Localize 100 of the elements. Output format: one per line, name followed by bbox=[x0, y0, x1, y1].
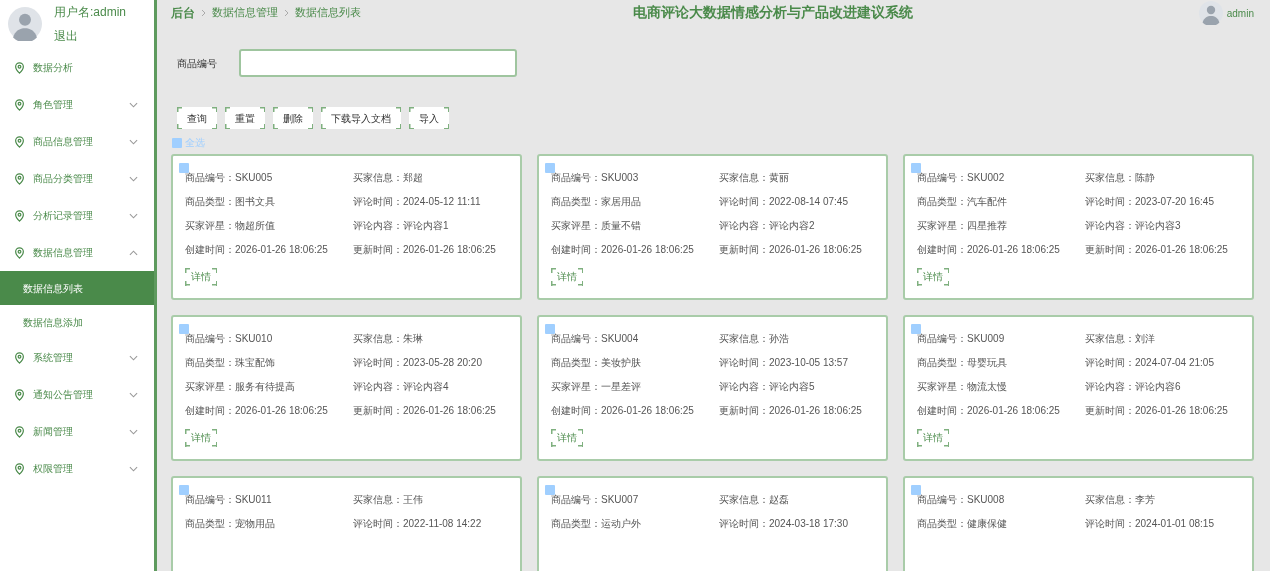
menu-item[interactable]: 新闻管理 bbox=[0, 413, 154, 450]
username-label: 用户名:admin bbox=[54, 4, 127, 21]
field-text: 商品类型：健康保健 bbox=[917, 517, 1008, 531]
location-pin-icon bbox=[14, 172, 25, 185]
location-pin-icon bbox=[14, 425, 25, 438]
menu-item[interactable]: 通知公告管理 bbox=[0, 376, 154, 413]
field-text: 创建时间：2026-01-26 18:06:25 bbox=[185, 243, 329, 257]
toolbar-button[interactable]: 查询 bbox=[177, 107, 217, 129]
field-text: 商品类型：珠宝配饰 bbox=[185, 356, 276, 370]
location-pin-icon bbox=[14, 388, 25, 401]
checkbox[interactable] bbox=[545, 163, 555, 173]
field-text: 买家评星：物流太慢 bbox=[917, 380, 1008, 394]
field-text: 创建时间：2026-01-26 18:06:25 bbox=[185, 404, 329, 418]
field-text: 评论时间：2022-11-08 14:22 bbox=[353, 517, 483, 531]
menu-item[interactable]: 系统管理 bbox=[0, 339, 154, 376]
chevron-right-icon bbox=[284, 8, 289, 17]
field-text: 评论时间：2024-03-18 17:30 bbox=[719, 517, 849, 531]
field-text: 评论内容：评论内容3 bbox=[1085, 219, 1182, 233]
field-text: 评论内容：评论内容1 bbox=[353, 219, 450, 233]
field-text: 买家信息：郑超 bbox=[353, 171, 424, 185]
field-text: 买家评星：一星差评 bbox=[551, 380, 642, 394]
select-all-label: 全选 bbox=[185, 136, 205, 150]
field-text: 商品类型：运动户外 bbox=[551, 517, 642, 531]
field-text: 商品编号：SKU004 bbox=[551, 332, 640, 346]
checkbox[interactable] bbox=[179, 163, 189, 173]
field-text: 买家评星：物超所值 bbox=[185, 219, 276, 233]
breadcrumb-link[interactable]: 数据信息管理 bbox=[212, 4, 278, 21]
field-text: 更新时间：2026-01-26 18:06:25 bbox=[719, 404, 863, 418]
product-code-input[interactable] bbox=[239, 49, 517, 77]
field-text: 商品类型：母婴玩具 bbox=[917, 356, 1008, 370]
submenu-item[interactable]: 数据信息添加 bbox=[0, 305, 154, 339]
location-pin-icon bbox=[14, 462, 25, 475]
field-text: 创建时间：2026-01-26 18:06:25 bbox=[551, 404, 695, 418]
menu-item[interactable]: 商品分类管理 bbox=[0, 160, 154, 197]
field-text: 商品类型：汽车配件 bbox=[917, 195, 1008, 209]
field-text: 评论时间：2023-10-05 13:57 bbox=[719, 356, 849, 370]
checkbox[interactable] bbox=[911, 324, 921, 334]
menu-item[interactable]: 权限管理 bbox=[0, 450, 154, 487]
details-button[interactable]: 详情 bbox=[185, 267, 217, 286]
field-text: 买家信息：王伟 bbox=[353, 493, 424, 507]
system-title: 电商评论大数据情感分析与产品改进建议系统 bbox=[633, 3, 913, 22]
field-text: 买家信息：赵磊 bbox=[719, 493, 790, 507]
details-button[interactable]: 详情 bbox=[551, 267, 583, 286]
breadcrumb-link[interactable]: 数据信息列表 bbox=[295, 4, 361, 21]
location-pin-icon bbox=[14, 351, 25, 364]
field-text: 商品类型：家居用品 bbox=[551, 195, 642, 209]
field-text: 商品类型：美妆护肤 bbox=[551, 356, 642, 370]
toolbar-button[interactable]: 下载导入文档 bbox=[321, 107, 401, 129]
location-pin-icon bbox=[14, 98, 25, 111]
details-button[interactable]: 详情 bbox=[917, 267, 949, 286]
menu-item[interactable]: 角色管理 bbox=[0, 86, 154, 123]
field-text: 更新时间：2026-01-26 18:06:25 bbox=[1085, 243, 1229, 257]
menu-item[interactable]: 数据信息管理 bbox=[0, 234, 154, 271]
field-text: 评论时间：2023-05-28 20:20 bbox=[353, 356, 483, 370]
checkbox[interactable] bbox=[911, 485, 921, 495]
field-text: 买家信息：陈静 bbox=[1085, 171, 1156, 185]
checkbox[interactable] bbox=[911, 163, 921, 173]
field-text: 买家信息：朱琳 bbox=[353, 332, 424, 346]
location-pin-icon bbox=[14, 246, 25, 259]
field-text: 买家评星：四星推荐 bbox=[917, 219, 1008, 233]
logout-link[interactable]: 退出 bbox=[54, 27, 127, 45]
field-text: 商品编号：SKU005 bbox=[185, 171, 274, 185]
menu-item[interactable]: 分析记录管理 bbox=[0, 197, 154, 234]
field-text: 买家信息：黄丽 bbox=[719, 171, 790, 185]
details-button[interactable]: 详情 bbox=[551, 428, 583, 447]
checkbox[interactable] bbox=[545, 324, 555, 334]
field-text: 创建时间：2026-01-26 18:06:25 bbox=[917, 404, 1061, 418]
location-pin-icon bbox=[14, 135, 25, 148]
field-text: 商品编号：SKU010 bbox=[185, 332, 274, 346]
field-text: 买家信息：孙浩 bbox=[719, 332, 790, 346]
field-text: 买家信息：李芳 bbox=[1085, 493, 1156, 507]
field-text: 创建时间：2026-01-26 18:06:25 bbox=[551, 243, 695, 257]
field-text: 评论内容：评论内容5 bbox=[719, 380, 816, 394]
details-button[interactable]: 详情 bbox=[185, 428, 217, 447]
field-text: 商品类型：图书文具 bbox=[185, 195, 276, 209]
field-text: 商品编号：SKU009 bbox=[917, 332, 1006, 346]
field-text: 买家信息：刘洋 bbox=[1085, 332, 1156, 346]
field-text: 商品编号：SKU007 bbox=[551, 493, 640, 507]
menu-item[interactable]: 数据分析 bbox=[0, 49, 154, 86]
field-text: 商品编号：SKU003 bbox=[551, 171, 640, 185]
field-text: 买家评星：质量不错 bbox=[551, 219, 642, 233]
breadcrumb-link[interactable]: 后台 bbox=[171, 3, 195, 22]
field-text: 评论时间：2024-05-12 11:11 bbox=[353, 195, 482, 209]
menu-item[interactable]: 商品信息管理 bbox=[0, 123, 154, 160]
search-label: 商品编号 bbox=[177, 56, 218, 71]
checkbox[interactable] bbox=[179, 324, 189, 334]
checkbox[interactable] bbox=[179, 485, 189, 495]
field-text: 商品类型：宠物用品 bbox=[185, 517, 276, 531]
submenu-item[interactable]: 数据信息列表 bbox=[0, 271, 154, 305]
details-button[interactable]: 详情 bbox=[917, 428, 949, 447]
avatar-icon bbox=[8, 7, 42, 41]
toolbar-button[interactable]: 导入 bbox=[409, 107, 449, 129]
checkbox[interactable] bbox=[172, 137, 182, 148]
field-text: 评论时间：2024-07-04 21:05 bbox=[1085, 356, 1215, 370]
toolbar-button[interactable]: 删除 bbox=[273, 107, 313, 129]
location-pin-icon bbox=[14, 209, 25, 222]
checkbox[interactable] bbox=[545, 485, 555, 495]
field-text: 更新时间：2026-01-26 18:06:25 bbox=[719, 243, 863, 257]
toolbar-button[interactable]: 重置 bbox=[225, 107, 265, 129]
field-text: 评论内容：评论内容2 bbox=[719, 219, 816, 233]
